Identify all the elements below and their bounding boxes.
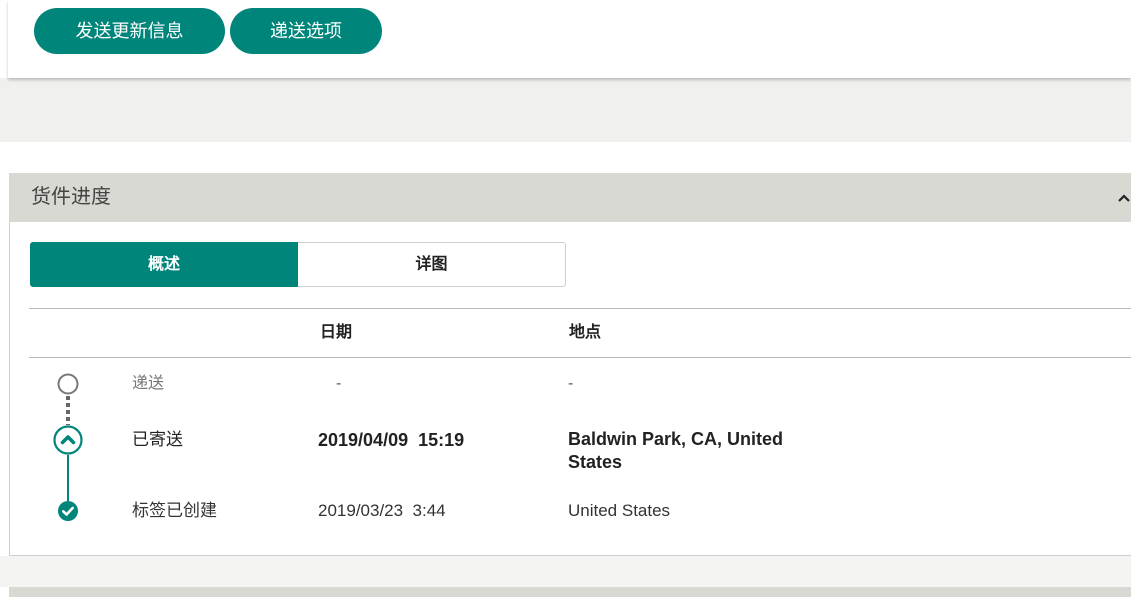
panel-title: 货件进度: [31, 186, 111, 208]
delivery-options-button[interactable]: 递送选项: [230, 8, 382, 54]
check-circle-icon: [58, 501, 78, 521]
row-date: -: [336, 375, 342, 392]
panel-body: 概述 详图 日期 地点 递送 - - 已寄送 2019/04/09 15:19 …: [9, 222, 1131, 556]
row-location: Baldwin Park, CA, United States: [568, 429, 784, 472]
row-location: -: [568, 375, 574, 392]
chevron-up-circle-icon[interactable]: [53, 425, 83, 455]
timeline-connector-solid: [67, 455, 69, 501]
next-panel-header[interactable]: [9, 587, 1131, 597]
row-status: 已寄送: [132, 430, 183, 449]
actions-card: 发送更新信息 递送选项: [8, 0, 1131, 78]
row-status: 标签已创建: [132, 501, 217, 520]
shipment-progress-panel: 货件进度 概述 详图 日期 地点 递送 - - 已寄送 2019/04/09 1…: [9, 173, 1131, 556]
chevron-up-icon[interactable]: [1118, 194, 1130, 202]
timeline-connector-dotted: [66, 396, 70, 425]
page-background-band: [0, 78, 1131, 142]
row-location: United States: [568, 501, 671, 520]
tab-overview[interactable]: 概述: [30, 242, 298, 287]
row-status: 递送: [132, 375, 165, 392]
circle-outline-icon: [57, 373, 79, 395]
page-background-band: [0, 556, 1131, 587]
row-date: 2019/03/23 3:44: [318, 501, 446, 520]
column-header-date: 日期: [320, 324, 353, 341]
panel-header[interactable]: 货件进度: [9, 173, 1131, 222]
table-header: 日期 地点: [29, 308, 1131, 358]
send-update-button[interactable]: 发送更新信息: [34, 8, 225, 54]
row-date: 2019/04/09 15:19: [318, 430, 465, 450]
tab-detail[interactable]: 详图: [298, 242, 566, 287]
column-header-location: 地点: [569, 324, 602, 341]
